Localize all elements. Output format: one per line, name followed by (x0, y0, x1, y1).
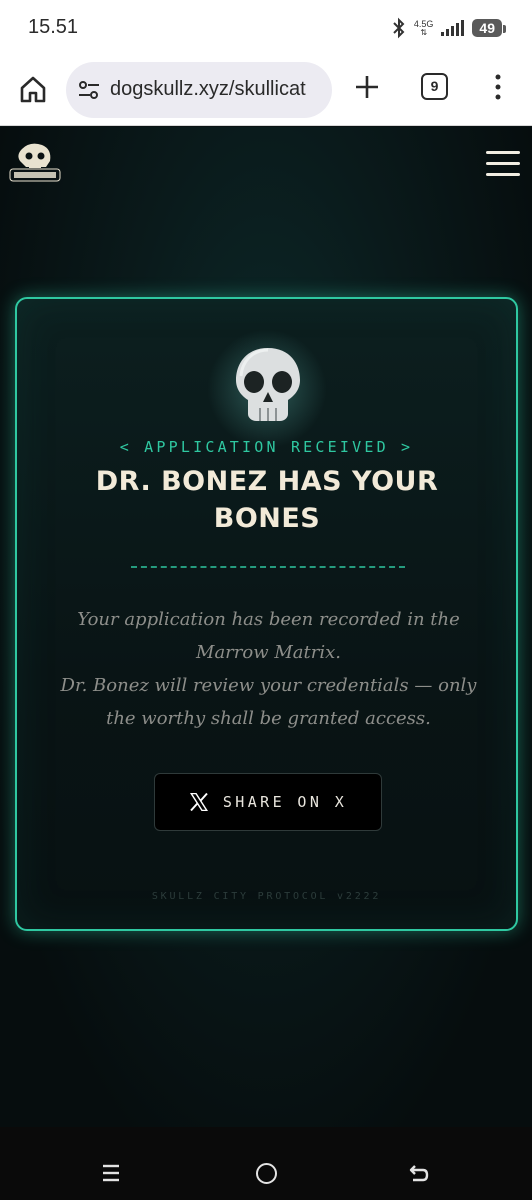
protocol-footer: SKULLZ CITY PROTOCOL v2222 (151, 891, 382, 902)
body-line-1: Your application has been recorded in th… (77, 609, 460, 663)
home-icon[interactable] (18, 74, 48, 104)
site-logo[interactable] (8, 141, 62, 185)
headline: DR. BONEZ HAS YOUR BONES (95, 466, 439, 534)
new-tab-icon[interactable] (352, 72, 382, 102)
body-text: Your application has been recorded in th… (47, 603, 490, 735)
more-options-icon[interactable] (490, 72, 506, 102)
share-button-label: SHARE ON X (222, 793, 348, 811)
share-on-x-button[interactable]: SHARE ON X (154, 773, 382, 831)
network-indicator: 4.5G ⇅ (414, 19, 434, 37)
signal-icon (441, 20, 465, 36)
url-text[interactable]: dogskullz.xyz/skullicat (110, 78, 306, 101)
tab-switcher-button[interactable]: 9 (421, 73, 448, 100)
confirmation-card: < APPLICATION RECEIVED > DR. BONEZ HAS Y… (15, 297, 518, 931)
address-bar[interactable]: dogskullz.xyz/skullicat (66, 62, 332, 118)
back-icon[interactable] (408, 1162, 430, 1184)
dashed-divider (131, 566, 405, 568)
status-time: 15.51 (28, 16, 79, 38)
status-bar: 15.51 4.5G ⇅ 49 (0, 0, 532, 58)
bluetooth-icon (393, 17, 405, 39)
body-line-2: Dr. Bonez will review your credentials —… (60, 675, 477, 729)
system-nav-bar (0, 1127, 532, 1200)
hamburger-menu-icon[interactable] (486, 151, 520, 177)
data-arrows-icon: ⇅ (420, 27, 428, 37)
skull-icon (236, 348, 300, 421)
status-eyebrow: < APPLICATION RECEIVED > (119, 438, 414, 456)
site-settings-icon[interactable] (78, 80, 100, 100)
web-page: < APPLICATION RECEIVED > DR. BONEZ HAS Y… (0, 127, 532, 1127)
battery-level: 49 (472, 19, 506, 37)
status-icons: 4.5G ⇅ 49 (392, 17, 506, 39)
home-circle-icon[interactable] (256, 1163, 277, 1184)
x-logo-icon (189, 792, 208, 812)
recents-icon[interactable] (100, 1163, 122, 1183)
browser-toolbar: dogskullz.xyz/skullicat 9 (0, 58, 532, 126)
